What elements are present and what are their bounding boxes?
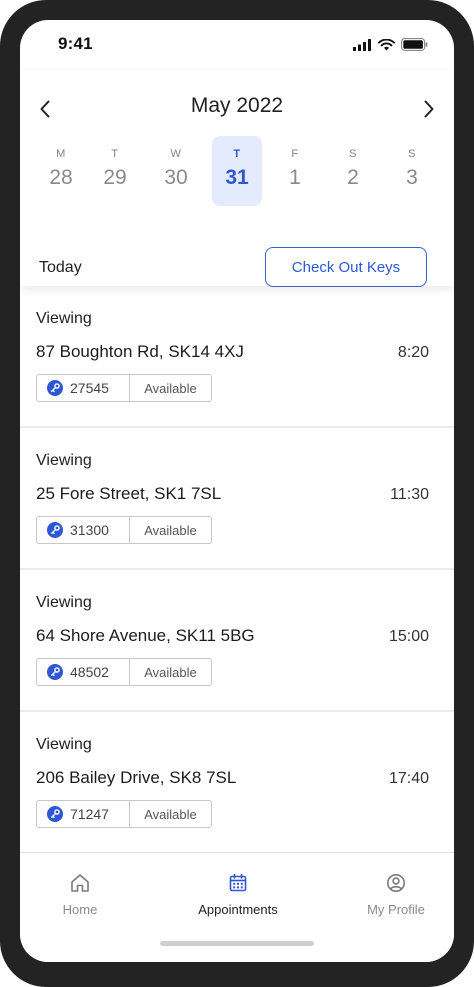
appointment-list: Viewing 87 Boughton Rd, SK14 4XJ 8:20 27… — [20, 286, 454, 852]
tab-my-profile[interactable]: My Profile — [356, 873, 436, 917]
appointment-type: Viewing — [36, 594, 92, 611]
day-cell[interactable]: S 2 — [328, 136, 378, 206]
key-chip[interactable]: 27545 Available — [36, 374, 212, 402]
key-id-section: 31300 — [37, 517, 130, 543]
status-bar: 9:41 — [20, 20, 454, 70]
key-id-section: 71247 — [37, 801, 130, 827]
day-of-week: T — [233, 148, 241, 160]
key-status: Available — [144, 664, 197, 680]
next-month-button[interactable] — [414, 94, 444, 124]
appointment-time: 15:00 — [388, 628, 429, 645]
key-icon — [47, 522, 63, 538]
day-number: 3 — [406, 166, 418, 189]
status-time: 9:41 — [58, 34, 93, 53]
day-cell[interactable]: S 3 — [387, 136, 437, 206]
tab-label: Appointments — [198, 902, 278, 917]
day-cell[interactable]: W 30 — [151, 136, 201, 206]
key-status: Available — [144, 806, 197, 822]
bottom-tab-bar: Home Appointments My Profile — [20, 852, 454, 962]
month-title: May 2022 — [190, 94, 284, 117]
appointment-address: 64 Shore Avenue, SK11 5BG — [36, 626, 255, 645]
day-of-week: W — [170, 148, 182, 160]
chevron-right-icon — [424, 100, 434, 118]
home-indicator[interactable] — [160, 941, 314, 946]
day-cell[interactable]: F 1 — [270, 136, 320, 206]
key-chip[interactable]: 71247 Available — [36, 800, 212, 828]
tab-label: Home — [62, 902, 98, 917]
appointment-time: 11:30 — [390, 486, 429, 503]
device-frame: 9:41 May 2022 M 28 T 29 W 30 T 31 F 1 S … — [0, 0, 474, 987]
day-cell[interactable]: M 28 — [36, 136, 86, 206]
appointment-card[interactable]: Viewing 87 Boughton Rd, SK14 4XJ 8:20 27… — [20, 286, 454, 426]
appointment-card[interactable]: Viewing 64 Shore Avenue, SK11 5BG 15:00 … — [20, 570, 454, 710]
day-of-week: S — [408, 148, 416, 160]
key-id: 71247 — [70, 806, 109, 822]
key-id: 48502 — [70, 664, 109, 680]
home-icon — [71, 874, 89, 892]
wifi-icon — [378, 38, 395, 50]
key-id: 31300 — [70, 522, 109, 538]
key-icon — [47, 806, 63, 822]
appointment-type: Viewing — [36, 310, 92, 327]
day-of-week: T — [111, 148, 119, 160]
day-number: 29 — [103, 166, 127, 189]
day-number: 31 — [225, 166, 249, 189]
battery-icon — [401, 38, 428, 51]
calendar-icon — [229, 873, 247, 892]
day-cell-selected[interactable]: T 31 — [212, 136, 262, 206]
day-of-week: F — [291, 148, 299, 160]
day-number: 30 — [164, 166, 188, 189]
tab-label: My Profile — [367, 902, 425, 917]
day-number: 2 — [347, 166, 359, 189]
appointment-address: 25 Fore Street, SK1 7SL — [36, 484, 222, 503]
appointment-card[interactable]: Viewing 25 Fore Street, SK1 7SL 11:30 31… — [20, 428, 454, 568]
appointment-type: Viewing — [36, 452, 92, 469]
appointment-type: Viewing — [36, 736, 92, 753]
status-icons — [353, 38, 428, 51]
appointment-address: 87 Boughton Rd, SK14 4XJ — [36, 342, 244, 361]
signal-icon — [353, 38, 371, 51]
appointment-time: 17:40 — [388, 770, 429, 787]
profile-icon — [387, 874, 405, 892]
week-strip: M 28 T 29 W 30 T 31 F 1 S 2 S 3 — [36, 136, 438, 208]
key-icon — [47, 664, 63, 680]
day-number: 28 — [49, 166, 73, 189]
key-status: Available — [144, 522, 197, 538]
today-label: Today — [39, 259, 82, 276]
key-id-section: 27545 — [37, 375, 130, 401]
key-status: Available — [144, 380, 197, 396]
key-id-section: 48502 — [37, 659, 130, 685]
check-out-keys-button[interactable]: Check Out Keys — [265, 247, 427, 287]
day-number: 1 — [289, 166, 301, 189]
day-cell[interactable]: T 29 — [90, 136, 140, 206]
tab-home[interactable]: Home — [50, 873, 110, 917]
appointment-time: 8:20 — [397, 344, 429, 361]
app-screen: 9:41 May 2022 M 28 T 29 W 30 T 31 F 1 S … — [20, 20, 454, 962]
tab-appointments[interactable]: Appointments — [188, 873, 288, 917]
day-of-week: S — [349, 148, 357, 160]
key-id: 27545 — [70, 380, 109, 396]
key-chip[interactable]: 31300 Available — [36, 516, 212, 544]
appointment-address: 206 Bailey Drive, SK8 7SL — [36, 768, 237, 787]
day-of-week: M — [56, 148, 66, 160]
appointment-card[interactable]: Viewing 206 Bailey Drive, SK8 7SL 17:40 … — [20, 712, 454, 852]
key-chip[interactable]: 48502 Available — [36, 658, 212, 686]
key-icon — [47, 380, 63, 396]
calendar-header: May 2022 M 28 T 29 W 30 T 31 F 1 S 2 S 3… — [20, 70, 454, 287]
